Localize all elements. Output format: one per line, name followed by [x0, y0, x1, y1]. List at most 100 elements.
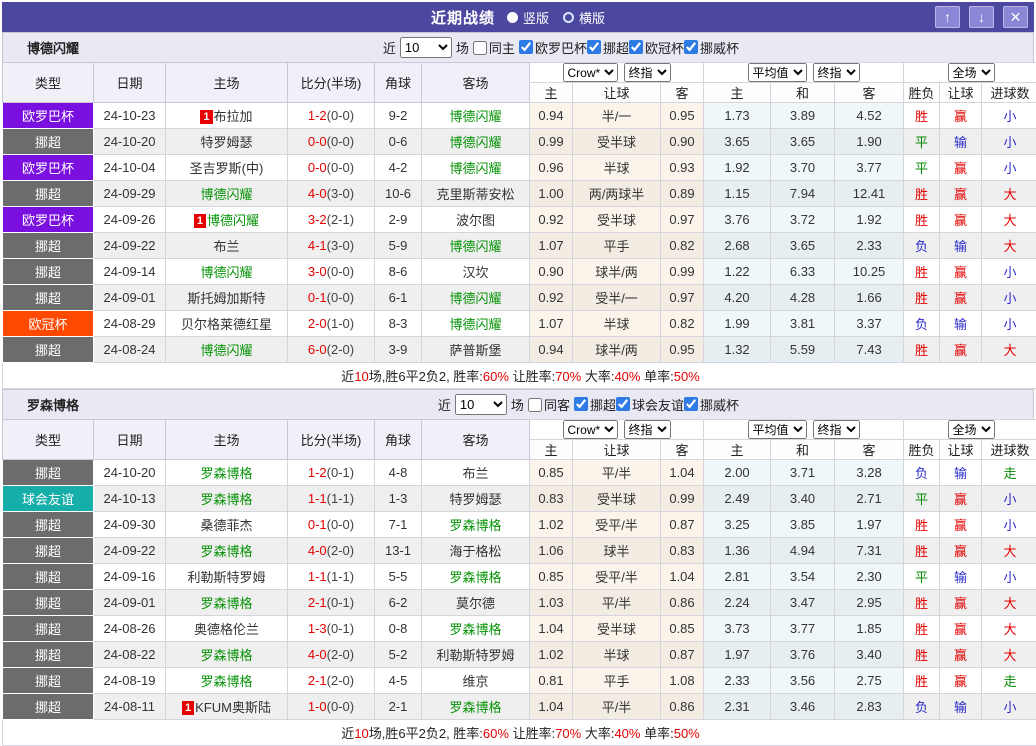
move-up-button[interactable]: ↑: [935, 6, 960, 28]
summary-label: 让胜率:: [509, 726, 555, 741]
handicap-home-odds: 0.94: [530, 337, 573, 363]
goals-result-cell: 大: [982, 337, 1036, 363]
halftime-score: (0-0): [327, 108, 354, 123]
league-filter-欧罗巴杯[interactable]: 欧罗巴杯: [519, 38, 587, 57]
euro-draw-odds: 4.28: [771, 285, 835, 311]
away-team-name: 博德闪耀: [449, 291, 501, 306]
games-count-select[interactable]: 10: [400, 37, 452, 58]
result-cell: 负: [904, 233, 940, 259]
bookmaker-select[interactable]: Crow*: [563, 420, 618, 439]
away-team: 博德闪耀: [422, 311, 530, 337]
summary-label: 近: [341, 726, 354, 741]
corner-score: 13-1: [375, 538, 422, 564]
league-checkbox[interactable]: [519, 40, 533, 54]
euro-away-odds: 2.71: [835, 486, 904, 512]
league-checkbox[interactable]: [684, 397, 698, 411]
league-filter-挪威杯[interactable]: 挪威杯: [684, 38, 739, 57]
table-row: 挪超24-09-16利勒斯特罗姆1-1(1-1)5-5罗森博格0.85受平/半1…: [3, 564, 1036, 590]
away-team-name: 萨普斯堡: [449, 343, 501, 358]
home-team-name: 罗森博格: [200, 648, 252, 663]
euro-final-select[interactable]: 终指: [813, 420, 860, 439]
euro-away-odds: 2.83: [835, 694, 904, 720]
table-row: 挪超24-10-20特罗姆瑟0-0(0-0)0-6博德闪耀0.99受半球0.90…: [3, 129, 1036, 155]
league-filter-球会友谊[interactable]: 球会友谊: [616, 395, 684, 414]
euro-away-odds: 1.90: [835, 129, 904, 155]
euro-draw-odds: 3.70: [771, 155, 835, 181]
recent-results-widget: 近期战绩 竖版横版 ↑ ↓ ✕ 博德闪耀 近 10 场 同主 欧罗巴杯挪超欧冠杯…: [2, 2, 1034, 746]
euro-home-odds: 1.32: [704, 337, 771, 363]
layout-radio-option[interactable]: 横版: [563, 8, 605, 27]
match-date: 24-09-22: [94, 233, 166, 259]
same-venue-filter[interactable]: 同主: [473, 38, 515, 57]
euro-draw-odds: 3.46: [771, 694, 835, 720]
same-venue-filter[interactable]: 同客: [528, 395, 570, 414]
move-down-button[interactable]: ↓: [969, 6, 994, 28]
subcol-result: 胜负: [904, 440, 940, 460]
subcol-euro-draw: 和: [771, 440, 835, 460]
handicap-final-select[interactable]: 终指: [624, 420, 671, 439]
table-row: 球会友谊24-10-13罗森博格1-1(1-1)1-3特罗姆瑟0.83受半球0.…: [3, 486, 1036, 512]
scope-select[interactable]: 全场: [948, 420, 995, 439]
league-checkbox[interactable]: [629, 40, 643, 54]
match-date: 24-09-14: [94, 259, 166, 285]
widget-title: 近期战绩: [431, 7, 495, 28]
away-team-name: 海于格松: [449, 544, 501, 559]
radio-selected-icon[interactable]: [507, 12, 518, 23]
away-team: 利勒斯特罗姆: [422, 642, 530, 668]
league-badge: 挪超: [3, 233, 94, 259]
league-checkbox[interactable]: [616, 397, 630, 411]
league-filter-挪超[interactable]: 挪超: [587, 38, 629, 57]
team-name: 罗森博格: [27, 395, 79, 414]
scope-select[interactable]: 全场: [948, 63, 995, 82]
home-team: 特罗姆瑟: [166, 129, 288, 155]
layout-radio-selected[interactable]: 竖版: [507, 8, 549, 27]
summary-value: 40%: [614, 369, 640, 384]
home-team-name: 博德闪耀: [207, 213, 259, 228]
subcol-euro-draw: 和: [771, 83, 835, 103]
handicap-line: 半球: [573, 311, 661, 337]
goals-result-cell: 走: [982, 460, 1036, 486]
games-count-select[interactable]: 10: [455, 394, 507, 415]
bookmaker-select[interactable]: Crow*: [563, 63, 618, 82]
away-team: 博德闪耀: [422, 103, 530, 129]
match-score: 1-0(0-0): [288, 694, 375, 720]
league-checkbox[interactable]: [574, 397, 588, 411]
league-filter-label: 欧冠杯: [645, 38, 684, 57]
close-button[interactable]: ✕: [1003, 6, 1028, 28]
league-badge: 挪超: [3, 538, 94, 564]
league-checkbox[interactable]: [684, 40, 698, 54]
league-filter-label: 欧罗巴杯: [535, 38, 587, 57]
fulltime-score: 0-0: [308, 134, 327, 149]
league-filter-挪超[interactable]: 挪超: [574, 395, 616, 414]
average-select[interactable]: 平均值: [748, 420, 807, 439]
average-select[interactable]: 平均值: [748, 63, 807, 82]
league-checkbox[interactable]: [587, 40, 601, 54]
same-venue-checkbox[interactable]: [528, 398, 542, 412]
fulltime-score: 1-1: [308, 569, 327, 584]
matches-label: 场: [511, 395, 524, 414]
handicap-home-odds: 0.99: [530, 129, 573, 155]
summary-value: 10: [354, 369, 368, 384]
corner-score: 5-9: [375, 233, 422, 259]
summary-value: 40%: [614, 726, 640, 741]
radio-unselected-icon[interactable]: [563, 12, 574, 23]
league-filter-挪威杯[interactable]: 挪威杯: [684, 395, 739, 414]
match-date: 24-09-01: [94, 285, 166, 311]
section-summary-row: 近10场,胜6平2负2, 胜率:60% 让胜率:70% 大率:40% 单率:50…: [3, 720, 1036, 746]
handicap-final-select[interactable]: 终指: [624, 63, 671, 82]
league-filter-欧冠杯[interactable]: 欧冠杯: [629, 38, 684, 57]
handicap-result-cell: 赢: [940, 486, 982, 512]
summary-value: 70%: [555, 726, 581, 741]
same-venue-checkbox[interactable]: [473, 41, 487, 55]
euro-away-odds: 1.66: [835, 285, 904, 311]
away-team-name: 莫尔德: [456, 596, 495, 611]
match-score: 0-1(0-0): [288, 285, 375, 311]
handicap-away-odds: 0.86: [661, 694, 704, 720]
league-badge: 挪超: [3, 668, 94, 694]
table-row: 挪超24-09-30桑德菲杰0-1(0-0)7-1罗森博格1.02受平/半0.8…: [3, 512, 1036, 538]
euro-final-select[interactable]: 终指: [813, 63, 860, 82]
handicap-result-cell: 赢: [940, 285, 982, 311]
euro-away-odds: 1.92: [835, 207, 904, 233]
fulltime-score: 4-0: [308, 186, 327, 201]
handicap-home-odds: 0.83: [530, 486, 573, 512]
